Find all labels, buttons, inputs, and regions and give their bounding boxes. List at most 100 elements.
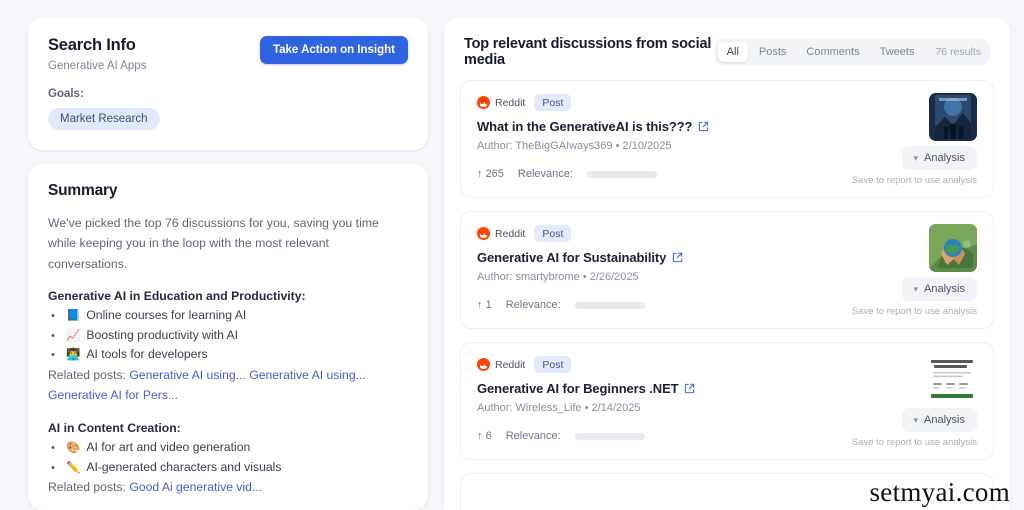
list-item: • ✏️ AI-generated characters and visuals — [48, 458, 408, 478]
search-info-card: Search Info Generative AI Apps Take Acti… — [28, 18, 428, 150]
section-heading: AI in Content Creation: — [48, 420, 181, 435]
search-info-subtitle: Generative AI Apps — [48, 60, 147, 72]
source-badge-reddit: Reddit — [477, 358, 525, 371]
list-item: • 📘 Online courses for learning AI — [48, 306, 408, 326]
relevance-bar — [586, 170, 657, 178]
goal-chip-market-research[interactable]: Market Research — [48, 108, 160, 130]
list-item-label: AI tools for developers — [86, 347, 208, 362]
vote-number: 265 — [485, 168, 504, 180]
book-icon: 📘 — [66, 309, 81, 322]
discussion-card[interactable]: Reddit Post Generative AI for Beginners … — [460, 342, 994, 460]
tab-all[interactable]: All — [717, 42, 748, 62]
vote-count: ↑ 6 — [477, 430, 492, 442]
meta-separator: • — [615, 140, 620, 152]
upvote-icon: ↑ — [477, 168, 483, 180]
discussion-card[interactable]: Reddit Post Generative AI for Sustainabi… — [460, 211, 994, 329]
post-title[interactable]: What in the GenerativeAI is this??? — [477, 119, 977, 134]
post-title[interactable]: Generative AI for Sustainability — [477, 250, 977, 265]
upvote-icon: ↑ — [477, 430, 483, 442]
post-thumbnail[interactable] — [924, 355, 980, 403]
post-title[interactable]: Generative AI for Beginners .NET — [477, 381, 977, 396]
app-root: Search Info Generative AI Apps Take Acti… — [0, 0, 1024, 510]
chevron-down-icon: ▾ — [913, 152, 919, 163]
post-title-link[interactable]: Generative AI for Beginners .NET — [477, 381, 679, 396]
discussion-tabs: All Posts Comments Tweets 76 results — [714, 39, 990, 65]
save-note: Save to report to use analysis — [851, 306, 977, 317]
source-badge-reddit: Reddit — [477, 96, 525, 109]
relevance-label: Relevance: — [517, 168, 573, 180]
meta-separator: • — [582, 271, 587, 283]
analysis-label: Analysis — [924, 152, 965, 164]
chevron-down-icon: ▾ — [913, 414, 919, 425]
related-posts-label: Related posts: — [48, 480, 126, 495]
chart-increasing-icon: 📈 — [66, 329, 81, 342]
tab-posts[interactable]: Posts — [750, 42, 796, 62]
discussions-filter-area: All Posts Comments Tweets 76 results — [714, 39, 990, 65]
discussions-panel: Top relevant discussions from social med… — [444, 18, 1010, 510]
analysis-button[interactable]: ▾ Analysis — [901, 408, 977, 432]
summary-card: Summary We've picked the top 76 discussi… — [28, 164, 428, 510]
bullet-dot: • — [51, 349, 55, 362]
post-date: 2/10/2025 — [622, 140, 672, 152]
pencil-icon: ✏️ — [66, 461, 81, 474]
post-date: 2/26/2025 — [589, 271, 639, 283]
developer-icon: 👨‍💻 — [66, 349, 81, 362]
summary-section-education: Generative AI in Education and Productiv… — [48, 289, 408, 406]
analysis-label: Analysis — [924, 283, 965, 295]
analysis-area: ▾ Analysis Save to report to use analysi… — [852, 146, 977, 186]
meta-separator: • — [584, 402, 589, 414]
related-posts-line: Related posts: Good Ai generative vid... — [48, 478, 408, 498]
analysis-area: ▾ Analysis Save to report to use analysi… — [852, 408, 977, 448]
analysis-button[interactable]: ▾ Analysis — [901, 146, 977, 170]
bullet-dot: • — [51, 461, 55, 474]
section-bullet-list: • 📘 Online courses for learning AI • 📈 B… — [48, 306, 408, 365]
card-badges: Reddit Post — [477, 94, 977, 111]
bullet-dot: • — [51, 441, 55, 454]
post-title-link[interactable]: Generative AI for Sustainability — [477, 250, 666, 265]
external-link-icon[interactable] — [672, 252, 683, 263]
external-link-icon[interactable] — [698, 121, 709, 132]
list-item-label: Boosting productivity with AI — [86, 327, 239, 342]
analysis-button[interactable]: ▾ Analysis — [901, 277, 977, 301]
chevron-down-icon: ▾ — [913, 283, 919, 294]
thumbnail-image — [929, 224, 977, 272]
take-action-button[interactable]: Take Action on Insight — [259, 36, 408, 64]
discussion-feed: Reddit Post What in the GenerativeAI is … — [460, 80, 994, 510]
related-post-link[interactable]: Generative AI for Pers... — [48, 388, 178, 402]
tab-tweets[interactable]: Tweets — [871, 42, 924, 62]
section-bullet-list: • 🎨 AI for art and video generation • ✏️… — [48, 438, 408, 478]
tab-comments[interactable]: Comments — [797, 42, 868, 62]
external-link-icon[interactable] — [684, 383, 695, 394]
vote-count: ↑ 265 — [477, 168, 504, 180]
card-badges: Reddit Post — [477, 225, 977, 242]
section-heading: Generative AI in Education and Productiv… — [48, 288, 306, 303]
post-title-link[interactable]: What in the GenerativeAI is this??? — [477, 119, 692, 134]
summary-section-content-creation: AI in Content Creation: • 🎨 AI for art a… — [48, 421, 408, 498]
discussion-card[interactable]: Reddit Post What in the GenerativeAI is … — [460, 80, 994, 198]
goals-label: Goals: — [48, 88, 84, 100]
palette-icon: 🎨 — [66, 441, 81, 454]
reddit-icon — [477, 96, 490, 109]
discussions-header: Top relevant discussions from social med… — [460, 34, 994, 68]
left-column: Search Info Generative AI Apps Take Acti… — [28, 18, 428, 510]
summary-intro: We've picked the top 76 discussions for … — [48, 216, 379, 271]
post-thumbnail[interactable] — [929, 93, 977, 141]
save-note: Save to report to use analysis — [851, 437, 977, 448]
related-post-link[interactable]: Generative AI using... — [249, 368, 366, 382]
discussion-card-partial[interactable] — [460, 473, 994, 510]
relevance-label: Relevance: — [505, 430, 561, 442]
type-badge: Post — [534, 94, 572, 111]
analysis-label: Analysis — [924, 414, 965, 426]
post-date: 2/14/2025 — [591, 402, 641, 414]
thumbnail-image — [924, 355, 980, 403]
relevance-label: Relevance: — [505, 299, 561, 311]
post-thumbnail[interactable] — [929, 224, 977, 272]
related-post-link[interactable]: Generative AI using... — [129, 368, 246, 382]
source-label: Reddit — [495, 358, 526, 371]
type-badge: Post — [534, 356, 572, 373]
goals-chip-row: Market Research — [48, 108, 408, 130]
bullet-dot: • — [51, 329, 55, 342]
discussions-title: Top relevant discussions from social med… — [464, 36, 712, 68]
related-post-link[interactable]: Good Ai generative vid... — [129, 480, 262, 494]
post-author: Author: smartybrome — [477, 271, 580, 283]
